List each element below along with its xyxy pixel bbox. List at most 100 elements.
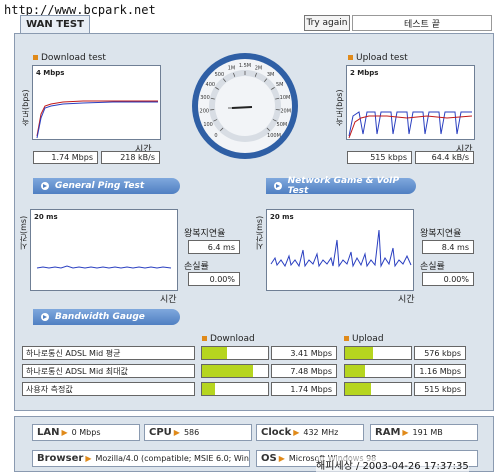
bullet-icon [202, 336, 207, 341]
watermark-bottom: 해피세상 / 2003-04-26 17:37:35 [316, 457, 469, 472]
upload-bar-value: 1.16 Mbps [414, 364, 466, 378]
download-bar [201, 346, 269, 360]
gauge-tick-label: 2M [255, 65, 263, 71]
upload-graph: 2 Mbps [346, 65, 475, 140]
info-ram: RAM ▶ 191 MB [370, 424, 478, 441]
download-speed: 1.74 Mbps [33, 151, 98, 164]
arrow-icon [41, 313, 49, 321]
upload-title: Upload test [348, 53, 408, 63]
arrow-icon [41, 182, 49, 190]
download-graph: 4 Mbps [32, 65, 161, 140]
ping-line [36, 265, 172, 269]
info-os-key: OS [261, 453, 277, 464]
ping-axis-label: 시간(ms) [19, 215, 28, 250]
upload-axis-label: 속도(bps) [335, 89, 344, 126]
info-lan: LAN ▶ 0 Mbps [32, 424, 140, 441]
upload-bar [344, 346, 412, 360]
download-bar [201, 364, 269, 378]
download-line [36, 100, 158, 139]
upload-bar [344, 364, 412, 378]
info-cpu-key: CPU [149, 427, 172, 438]
upload-bar-fill [345, 347, 373, 359]
info-browser: Browser ▶ Mozilla/4.0 (compatible; MSIE 6.… [32, 450, 250, 467]
gauge-tick-label: 20M [280, 109, 291, 115]
download-bar-fill [202, 365, 254, 377]
download-bar [201, 382, 269, 396]
section-general-ping: General Ping Test [33, 178, 180, 194]
bandwidth-row-label: 하나로통신 ADSL Mid 평균 [22, 346, 195, 360]
gauge-tick-label: 100 [203, 122, 213, 128]
info-ram-key: RAM [375, 427, 401, 438]
gauge-tick-label: 400 [206, 82, 216, 88]
arrow-icon: ▶ [173, 428, 180, 437]
gauge-tick-label: 5M [276, 82, 284, 88]
game-rtt-label: 왕복지연율 [420, 229, 462, 239]
bandwidth-row-label: 사용자 측정값 [22, 382, 195, 396]
gauge-tick-label: 100M [267, 133, 281, 139]
gauge-tick-label: 3M [267, 72, 275, 78]
game-time-label: 시간 [398, 295, 415, 305]
ping-rtt-label: 왕복지연율 [184, 229, 226, 239]
download-rate: 218 kB/s [101, 151, 160, 164]
gauge-needle [231, 106, 253, 109]
upload-bar-value: 576 kbps [414, 346, 466, 360]
gauge-tick-label: 10M [280, 95, 291, 101]
info-clock-value: 432 MHz [303, 428, 339, 437]
upload-line [348, 111, 473, 139]
download-bar-value: 7.48 Mbps [271, 364, 337, 378]
arrow-icon [274, 182, 282, 190]
bullet-icon [348, 55, 353, 60]
upload-speed: 515 kbps [347, 151, 412, 164]
section-network-game: Network Game & VoIP Test [266, 176, 416, 196]
ping-loss-label: 손실률 [184, 262, 209, 272]
arrow-icon: ▶ [85, 454, 92, 463]
info-clock-key: Clock [261, 427, 292, 438]
game-rtt-value: 8.4 ms [422, 240, 474, 254]
bandwidth-row-label: 하나로통신 ADSL Mid 최대값 [22, 364, 195, 378]
bullet-icon [344, 336, 349, 341]
gauge-tick-label: 1.5M [239, 63, 251, 69]
upload-bar-value: 515 kbps [414, 382, 466, 396]
bandwidth-download-header: Download [202, 334, 255, 344]
info-clock: Clock ▶ 432 MHz [256, 424, 364, 441]
arrow-icon: ▶ [61, 428, 68, 437]
download-bar-fill [202, 347, 228, 359]
gauge-tick-label: 300 [200, 95, 210, 101]
game-loss-label: 손실률 [420, 262, 445, 272]
game-line [270, 229, 412, 268]
ping-rtt-value: 6.4 ms [188, 240, 240, 254]
arrow-icon: ▶ [293, 428, 300, 437]
gauge-tick-label: 1M [228, 65, 236, 71]
upload-rate: 64.4 kB/s [415, 151, 474, 164]
info-ram-value: 191 MB [412, 428, 443, 437]
bullet-icon [33, 55, 38, 60]
download-bar-fill [202, 383, 216, 395]
download-axis-label: 속도(bps) [21, 89, 30, 126]
info-browser-value: Mozilla/4.0 (compatible; MSIE 6.0; Windo… [95, 454, 250, 463]
upload-bar-fill [345, 383, 372, 395]
ping-time-label: 시간 [160, 295, 177, 305]
download-bar-value: 3.41 Mbps [271, 346, 337, 360]
arrow-icon: ▶ [402, 428, 409, 437]
download-title: Download test [33, 53, 106, 63]
game-graph: 20 ms [266, 209, 414, 291]
game-loss-value: 0.00% [422, 272, 474, 286]
info-browser-key: Browser [37, 453, 84, 464]
section-bandwidth-gauge: Bandwidth Gauge [33, 309, 180, 325]
ping-graph: 20 ms [30, 209, 178, 291]
upload-bar-fill [345, 365, 365, 377]
bandwidth-upload-header: Upload [344, 334, 384, 344]
info-lan-value: 0 Mbps [71, 428, 101, 437]
tab-wan-test[interactable]: WAN TEST [20, 15, 90, 33]
test-status: 테스트 끝 [352, 15, 492, 31]
info-cpu-value: 586 [183, 428, 200, 437]
gauge-tick-label: 500 [215, 72, 225, 78]
download-bar-value: 1.74 Mbps [271, 382, 337, 396]
info-lan-key: LAN [37, 427, 60, 438]
speed-gauge: 0100 200 300 400 5001M 1.5M 2M 3M5M 10M 20M 50M 100… [192, 53, 298, 159]
arrow-icon: ▶ [278, 454, 285, 463]
try-again-button[interactable]: Try again [304, 15, 350, 31]
info-cpu: CPU ▶ 586 [144, 424, 252, 441]
ping-loss-value: 0.00% [188, 272, 240, 286]
gauge-tick-label: 200 [200, 109, 210, 115]
